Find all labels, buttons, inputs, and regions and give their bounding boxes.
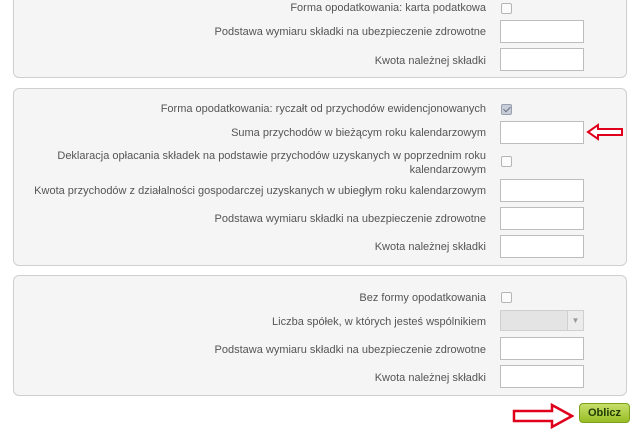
- health-base-input[interactable]: [500, 337, 584, 360]
- taxation-form-label: Bez formy opodatkowania: [359, 292, 486, 304]
- ryczalt-panel: Forma opodatkowania: ryczałt od przychod…: [13, 88, 627, 266]
- declaration-label: Deklaracja opłacania składek na podstawi…: [57, 149, 486, 177]
- contribution-input[interactable]: [500, 48, 584, 71]
- last-year-revenue-label: Kwota przychodów z działalności gospodar…: [34, 185, 486, 197]
- revenue-input[interactable]: [500, 121, 584, 144]
- contribution-label: Kwota należnej składki: [374, 241, 486, 253]
- annotation-arrow-left-icon: [586, 123, 623, 141]
- health-base-input[interactable]: [500, 20, 584, 43]
- chevron-down-icon[interactable]: ▼: [567, 311, 583, 330]
- declaration-checkbox[interactable]: [501, 156, 512, 167]
- karta-podatkowa-panel: Forma opodatkowania: karta podatkowa Pod…: [13, 0, 627, 78]
- last-year-revenue-input[interactable]: [500, 179, 584, 202]
- contribution-input[interactable]: [500, 365, 584, 388]
- health-base-label: Podstawa wymiaru składki na ubezpieczeni…: [214, 344, 486, 356]
- health-base-input[interactable]: [500, 207, 584, 230]
- health-base-label: Podstawa wymiaru składki na ubezpieczeni…: [214, 213, 486, 225]
- ryczalt-checkbox[interactable]: [501, 104, 512, 115]
- bez-formy-panel: Bez formy opodatkowania Liczba spółek, w…: [13, 275, 627, 396]
- contribution-input[interactable]: [500, 235, 584, 258]
- karta-podatkowa-checkbox[interactable]: [501, 3, 512, 14]
- taxation-form-label: Forma opodatkowania: ryczałt od przychod…: [160, 103, 486, 115]
- contribution-label: Kwota należnej składki: [374, 372, 486, 384]
- contribution-label: Kwota należnej składki: [374, 55, 486, 67]
- revenue-label: Suma przychodów w bieżącym roku kalendar…: [231, 127, 486, 139]
- health-base-label: Podstawa wymiaru składki na ubezpieczeni…: [214, 26, 486, 38]
- declaration-label-line1: Deklaracja opłacania składek na podstawi…: [57, 150, 486, 162]
- annotation-arrow-right-icon: [512, 403, 574, 429]
- calculate-button[interactable]: Oblicz: [579, 403, 630, 423]
- bez-formy-checkbox[interactable]: [501, 292, 512, 303]
- companies-label: Liczba spółek, w których jesteś wspólnik…: [272, 316, 486, 328]
- companies-select[interactable]: ▼: [500, 310, 584, 331]
- taxation-form-label: Forma opodatkowania: karta podatkowa: [290, 2, 486, 14]
- declaration-label-line2: kalendarzowym: [409, 164, 486, 176]
